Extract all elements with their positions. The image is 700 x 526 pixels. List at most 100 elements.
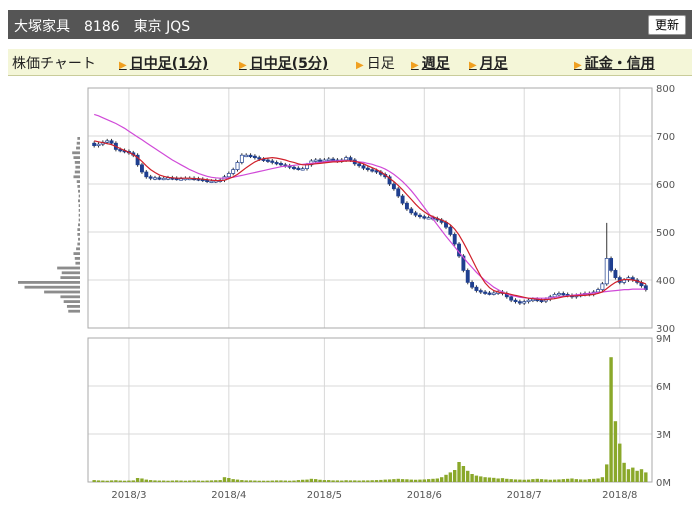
candle-body xyxy=(409,208,414,214)
volume-bar xyxy=(179,480,183,482)
candle-body xyxy=(418,214,422,218)
volume-bar xyxy=(374,480,379,482)
moving-average-long xyxy=(94,113,646,299)
candle-body xyxy=(265,159,270,162)
volume-profile-bar xyxy=(75,165,80,169)
volume-bar xyxy=(448,472,453,482)
volume-bar xyxy=(214,480,218,482)
volume-bar xyxy=(631,467,635,482)
candle-body xyxy=(517,301,522,304)
volume-bar xyxy=(578,479,583,482)
candle-body xyxy=(448,226,453,235)
price-panel-frame xyxy=(87,87,653,329)
volume-bar xyxy=(639,469,644,482)
volume-bars xyxy=(92,357,648,482)
volume-bar xyxy=(587,479,592,482)
volume-bar xyxy=(266,480,270,482)
volume-bar xyxy=(205,480,209,482)
volume-bar xyxy=(492,477,496,482)
volume-bar xyxy=(422,479,426,482)
candle-body xyxy=(370,169,375,172)
volume-bar xyxy=(522,479,526,482)
candle-body xyxy=(348,157,353,161)
candle-body xyxy=(292,166,296,170)
volume-bar xyxy=(122,480,127,482)
candle-body xyxy=(300,168,305,171)
candle-body xyxy=(478,290,483,293)
volume-bar xyxy=(592,478,596,482)
candle-body xyxy=(404,202,409,210)
candle-body xyxy=(552,294,557,298)
volume-bar xyxy=(509,479,513,482)
volume-bar xyxy=(379,479,383,482)
volume-profile-bar xyxy=(78,223,80,227)
volume-bar xyxy=(370,480,374,482)
volume-bar xyxy=(279,480,283,482)
volume-profile-bar xyxy=(77,185,80,188)
volume-bar xyxy=(283,480,287,482)
volume-profile-bar xyxy=(76,180,80,183)
volume-tick-label: 0M xyxy=(656,478,671,489)
candle-body xyxy=(513,299,518,303)
candle-body xyxy=(157,177,162,180)
candle-body xyxy=(465,270,470,283)
volume-bar xyxy=(261,480,266,482)
candle-body xyxy=(231,169,236,174)
candle-body xyxy=(318,159,322,162)
volume-bar xyxy=(322,480,327,482)
volume-bar xyxy=(466,470,470,482)
volume-bar xyxy=(105,480,109,482)
volume-bar xyxy=(296,480,301,482)
volume-profile-bar xyxy=(77,228,80,231)
candle-body xyxy=(509,296,514,301)
candle-body xyxy=(296,167,301,171)
candle-body xyxy=(422,216,427,219)
volume-bar xyxy=(144,479,148,482)
volume-profile-bar xyxy=(76,141,80,145)
volume-bar xyxy=(348,480,353,482)
volume-bar xyxy=(539,479,544,482)
volume-bar xyxy=(500,478,505,482)
volume-bar xyxy=(526,479,531,482)
candle-body xyxy=(226,173,231,178)
volume-bar xyxy=(253,480,257,482)
volume-bar xyxy=(292,480,296,482)
volume-profile-bar xyxy=(73,156,80,159)
candle-body xyxy=(140,164,144,173)
volume-profile-bar xyxy=(24,285,81,289)
candle-body xyxy=(239,154,244,163)
volume-bar xyxy=(114,480,118,482)
volume-bar xyxy=(644,472,648,482)
volume-bar xyxy=(531,479,535,482)
volume-profile-bar xyxy=(74,170,80,174)
volume-bar xyxy=(201,480,205,482)
candle-body xyxy=(391,183,396,190)
candle-body xyxy=(526,299,531,303)
volume-bar xyxy=(461,466,466,482)
volume-bar xyxy=(635,470,639,482)
candle-body xyxy=(522,301,527,304)
volume-profile-bar xyxy=(78,199,80,203)
date-tick-label: 2018/5 xyxy=(307,490,342,501)
candle-body xyxy=(561,293,566,296)
candle-body xyxy=(244,154,249,158)
volume-bar xyxy=(435,478,440,482)
candle-body xyxy=(270,160,275,163)
volume-bar xyxy=(505,478,509,482)
volume-profile-bar xyxy=(73,252,80,255)
volume-bar xyxy=(318,479,322,482)
volume-bar xyxy=(605,464,609,482)
volume-bar xyxy=(101,480,105,482)
volume-profile-bar xyxy=(78,189,80,193)
volume-bar xyxy=(153,480,157,482)
volume-bar xyxy=(340,480,344,482)
volume-bar xyxy=(626,469,631,482)
candle-body xyxy=(344,157,349,161)
candle-body xyxy=(413,212,418,216)
candle-body xyxy=(396,188,401,197)
volume-profile-bar xyxy=(77,137,80,140)
volume-bar xyxy=(175,480,179,482)
candle-body xyxy=(596,289,600,293)
volume-profile-bar xyxy=(78,213,80,217)
candle-body xyxy=(365,167,370,171)
